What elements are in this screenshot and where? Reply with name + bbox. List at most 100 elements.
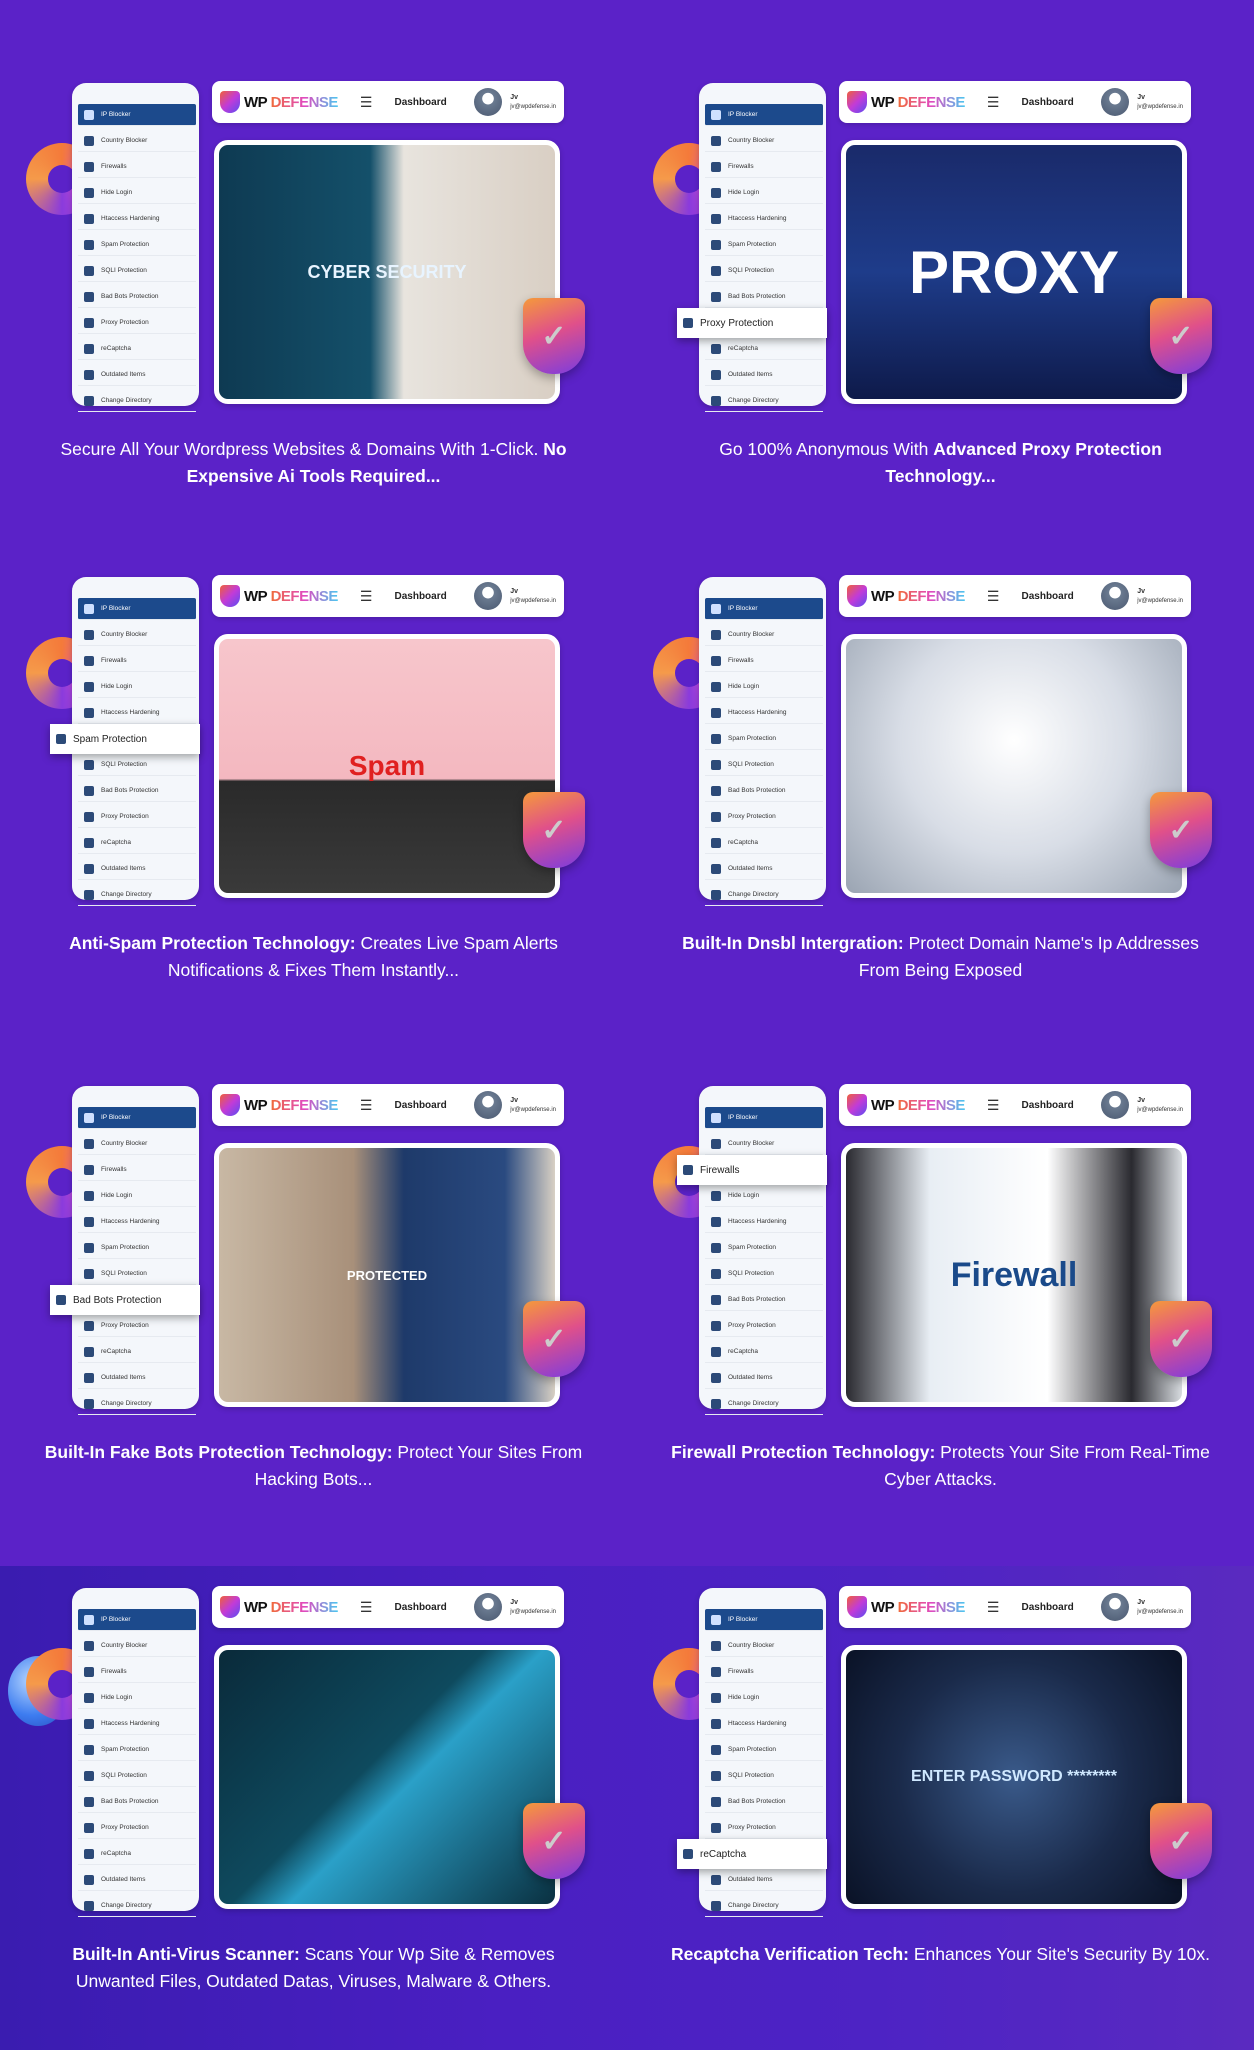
sidebar-item[interactable]: Spam Protection xyxy=(705,1237,823,1259)
sidebar-item[interactable]: Country Blocker xyxy=(78,130,196,152)
sidebar-item[interactable]: Bad Bots Protection xyxy=(705,1289,823,1311)
sidebar-item[interactable]: Outdated Items xyxy=(705,858,823,880)
sidebar-item[interactable]: Proxy Protection xyxy=(677,308,827,338)
sidebar-item[interactable]: Hide Login xyxy=(705,676,823,698)
sidebar-item[interactable]: SQLI Protection xyxy=(78,260,196,282)
avatar[interactable] xyxy=(474,1593,503,1621)
sidebar-item[interactable]: Proxy Protection xyxy=(705,1315,823,1337)
dashboard-link[interactable]: Dashboard xyxy=(1021,97,1073,108)
sidebar-item[interactable]: Country Blocker xyxy=(78,624,196,646)
sidebar-item[interactable]: SQLI Protection xyxy=(705,1765,823,1787)
sidebar-item[interactable]: Bad Bots Protection xyxy=(78,780,196,802)
sidebar-item[interactable]: reCaptcha xyxy=(78,1341,196,1363)
sidebar-item[interactable]: reCaptcha xyxy=(78,338,196,360)
hamburger-icon[interactable]: ☰ xyxy=(987,1097,1000,1114)
sidebar-item[interactable]: Country Blocker xyxy=(705,130,823,152)
sidebar-item[interactable]: Hide Login xyxy=(78,1185,196,1207)
sidebar-item[interactable]: SQLI Protection xyxy=(705,260,823,282)
sidebar-item[interactable]: IP Blocker xyxy=(705,1609,823,1631)
hamburger-icon[interactable]: ☰ xyxy=(360,94,373,111)
sidebar-item[interactable]: Change Directory xyxy=(705,884,823,906)
sidebar-item[interactable]: SQLI Protection xyxy=(78,1765,196,1787)
sidebar-item[interactable]: Firewalls xyxy=(78,1159,196,1181)
hamburger-icon[interactable]: ☰ xyxy=(987,588,1000,605)
sidebar-item[interactable]: Firewalls xyxy=(78,156,196,178)
sidebar-item[interactable]: Change Directory xyxy=(705,1895,823,1917)
dashboard-link[interactable]: Dashboard xyxy=(394,97,446,108)
dashboard-link[interactable]: Dashboard xyxy=(394,591,446,602)
sidebar-item[interactable]: Country Blocker xyxy=(705,624,823,646)
sidebar-item[interactable]: Bad Bots Protection xyxy=(50,1285,200,1315)
sidebar-item[interactable]: SQLI Protection xyxy=(705,1263,823,1285)
avatar[interactable] xyxy=(1101,88,1130,116)
dashboard-link[interactable]: Dashboard xyxy=(394,1100,446,1111)
sidebar-item[interactable]: SQLI Protection xyxy=(78,754,196,776)
sidebar-item[interactable]: Country Blocker xyxy=(78,1635,196,1657)
sidebar-item[interactable]: Hide Login xyxy=(78,676,196,698)
sidebar-item[interactable]: Spam Protection xyxy=(78,1739,196,1761)
sidebar-item[interactable]: Bad Bots Protection xyxy=(78,286,196,308)
sidebar-item[interactable]: Change Directory xyxy=(78,1895,196,1917)
sidebar-item[interactable]: reCaptcha xyxy=(705,832,823,854)
sidebar-item[interactable]: Proxy Protection xyxy=(78,1315,196,1337)
avatar[interactable] xyxy=(474,582,503,610)
sidebar-item[interactable]: reCaptcha xyxy=(78,1843,196,1865)
sidebar-item[interactable]: Hide Login xyxy=(78,1687,196,1709)
sidebar-item[interactable]: Hide Login xyxy=(705,1687,823,1709)
sidebar-item[interactable]: Outdated Items xyxy=(78,1869,196,1891)
sidebar-item[interactable]: Hide Login xyxy=(78,182,196,204)
sidebar-item[interactable]: Htaccess Hardening xyxy=(705,1713,823,1735)
sidebar-item[interactable]: Spam Protection xyxy=(78,234,196,256)
sidebar-item[interactable]: Outdated Items xyxy=(705,364,823,386)
sidebar-item[interactable]: Country Blocker xyxy=(78,1133,196,1155)
sidebar-item[interactable]: Htaccess Hardening xyxy=(78,702,196,724)
sidebar-item[interactable]: SQLI Protection xyxy=(705,754,823,776)
sidebar-item[interactable]: Htaccess Hardening xyxy=(78,1211,196,1233)
sidebar-item[interactable]: Firewalls xyxy=(705,1661,823,1683)
sidebar-item[interactable]: Spam Protection xyxy=(705,728,823,750)
sidebar-item[interactable]: Htaccess Hardening xyxy=(78,1713,196,1735)
sidebar-item[interactable]: Outdated Items xyxy=(78,1367,196,1389)
sidebar-item[interactable]: Spam Protection xyxy=(78,1237,196,1259)
sidebar-item[interactable]: IP Blocker xyxy=(78,1107,196,1129)
sidebar-item[interactable]: IP Blocker xyxy=(705,104,823,126)
sidebar-item[interactable]: Proxy Protection xyxy=(705,806,823,828)
sidebar-item[interactable]: Htaccess Hardening xyxy=(705,1211,823,1233)
sidebar-item[interactable]: Bad Bots Protection xyxy=(705,286,823,308)
sidebar-item[interactable]: Change Directory xyxy=(705,1393,823,1415)
avatar[interactable] xyxy=(1101,582,1130,610)
hamburger-icon[interactable]: ☰ xyxy=(360,1599,373,1616)
avatar[interactable] xyxy=(474,1091,503,1119)
dashboard-link[interactable]: Dashboard xyxy=(1021,591,1073,602)
hamburger-icon[interactable]: ☰ xyxy=(360,1097,373,1114)
sidebar-item[interactable]: Hide Login xyxy=(705,182,823,204)
sidebar-item[interactable]: IP Blocker xyxy=(705,1107,823,1129)
hamburger-icon[interactable]: ☰ xyxy=(987,94,1000,111)
sidebar-item[interactable]: reCaptcha xyxy=(677,1839,827,1869)
sidebar-item[interactable]: Bad Bots Protection xyxy=(78,1791,196,1813)
sidebar-item[interactable]: Change Directory xyxy=(705,390,823,412)
sidebar-item[interactable]: Spam Protection xyxy=(50,724,200,754)
dashboard-link[interactable]: Dashboard xyxy=(1021,1602,1073,1613)
sidebar-item[interactable]: Change Directory xyxy=(78,884,196,906)
sidebar-item[interactable]: Proxy Protection xyxy=(78,312,196,334)
sidebar-item[interactable]: Spam Protection xyxy=(705,1739,823,1761)
sidebar-item[interactable]: Outdated Items xyxy=(78,364,196,386)
sidebar-item[interactable]: Firewalls xyxy=(705,156,823,178)
sidebar-item[interactable]: Bad Bots Protection xyxy=(705,780,823,802)
avatar[interactable] xyxy=(474,88,503,116)
sidebar-item[interactable]: Proxy Protection xyxy=(705,1817,823,1839)
sidebar-item[interactable]: reCaptcha xyxy=(705,1341,823,1363)
sidebar-item[interactable]: Proxy Protection xyxy=(78,806,196,828)
dashboard-link[interactable]: Dashboard xyxy=(1021,1100,1073,1111)
sidebar-item[interactable]: Country Blocker xyxy=(705,1133,823,1155)
sidebar-item[interactable]: reCaptcha xyxy=(78,832,196,854)
sidebar-item[interactable]: SQLI Protection xyxy=(78,1263,196,1285)
hamburger-icon[interactable]: ☰ xyxy=(360,588,373,605)
sidebar-item[interactable]: IP Blocker xyxy=(705,598,823,620)
sidebar-item[interactable]: Htaccess Hardening xyxy=(705,702,823,724)
sidebar-item[interactable]: Change Directory xyxy=(78,1393,196,1415)
sidebar-item[interactable]: Outdated Items xyxy=(78,858,196,880)
dashboard-link[interactable]: Dashboard xyxy=(394,1602,446,1613)
sidebar-item[interactable]: Bad Bots Protection xyxy=(705,1791,823,1813)
